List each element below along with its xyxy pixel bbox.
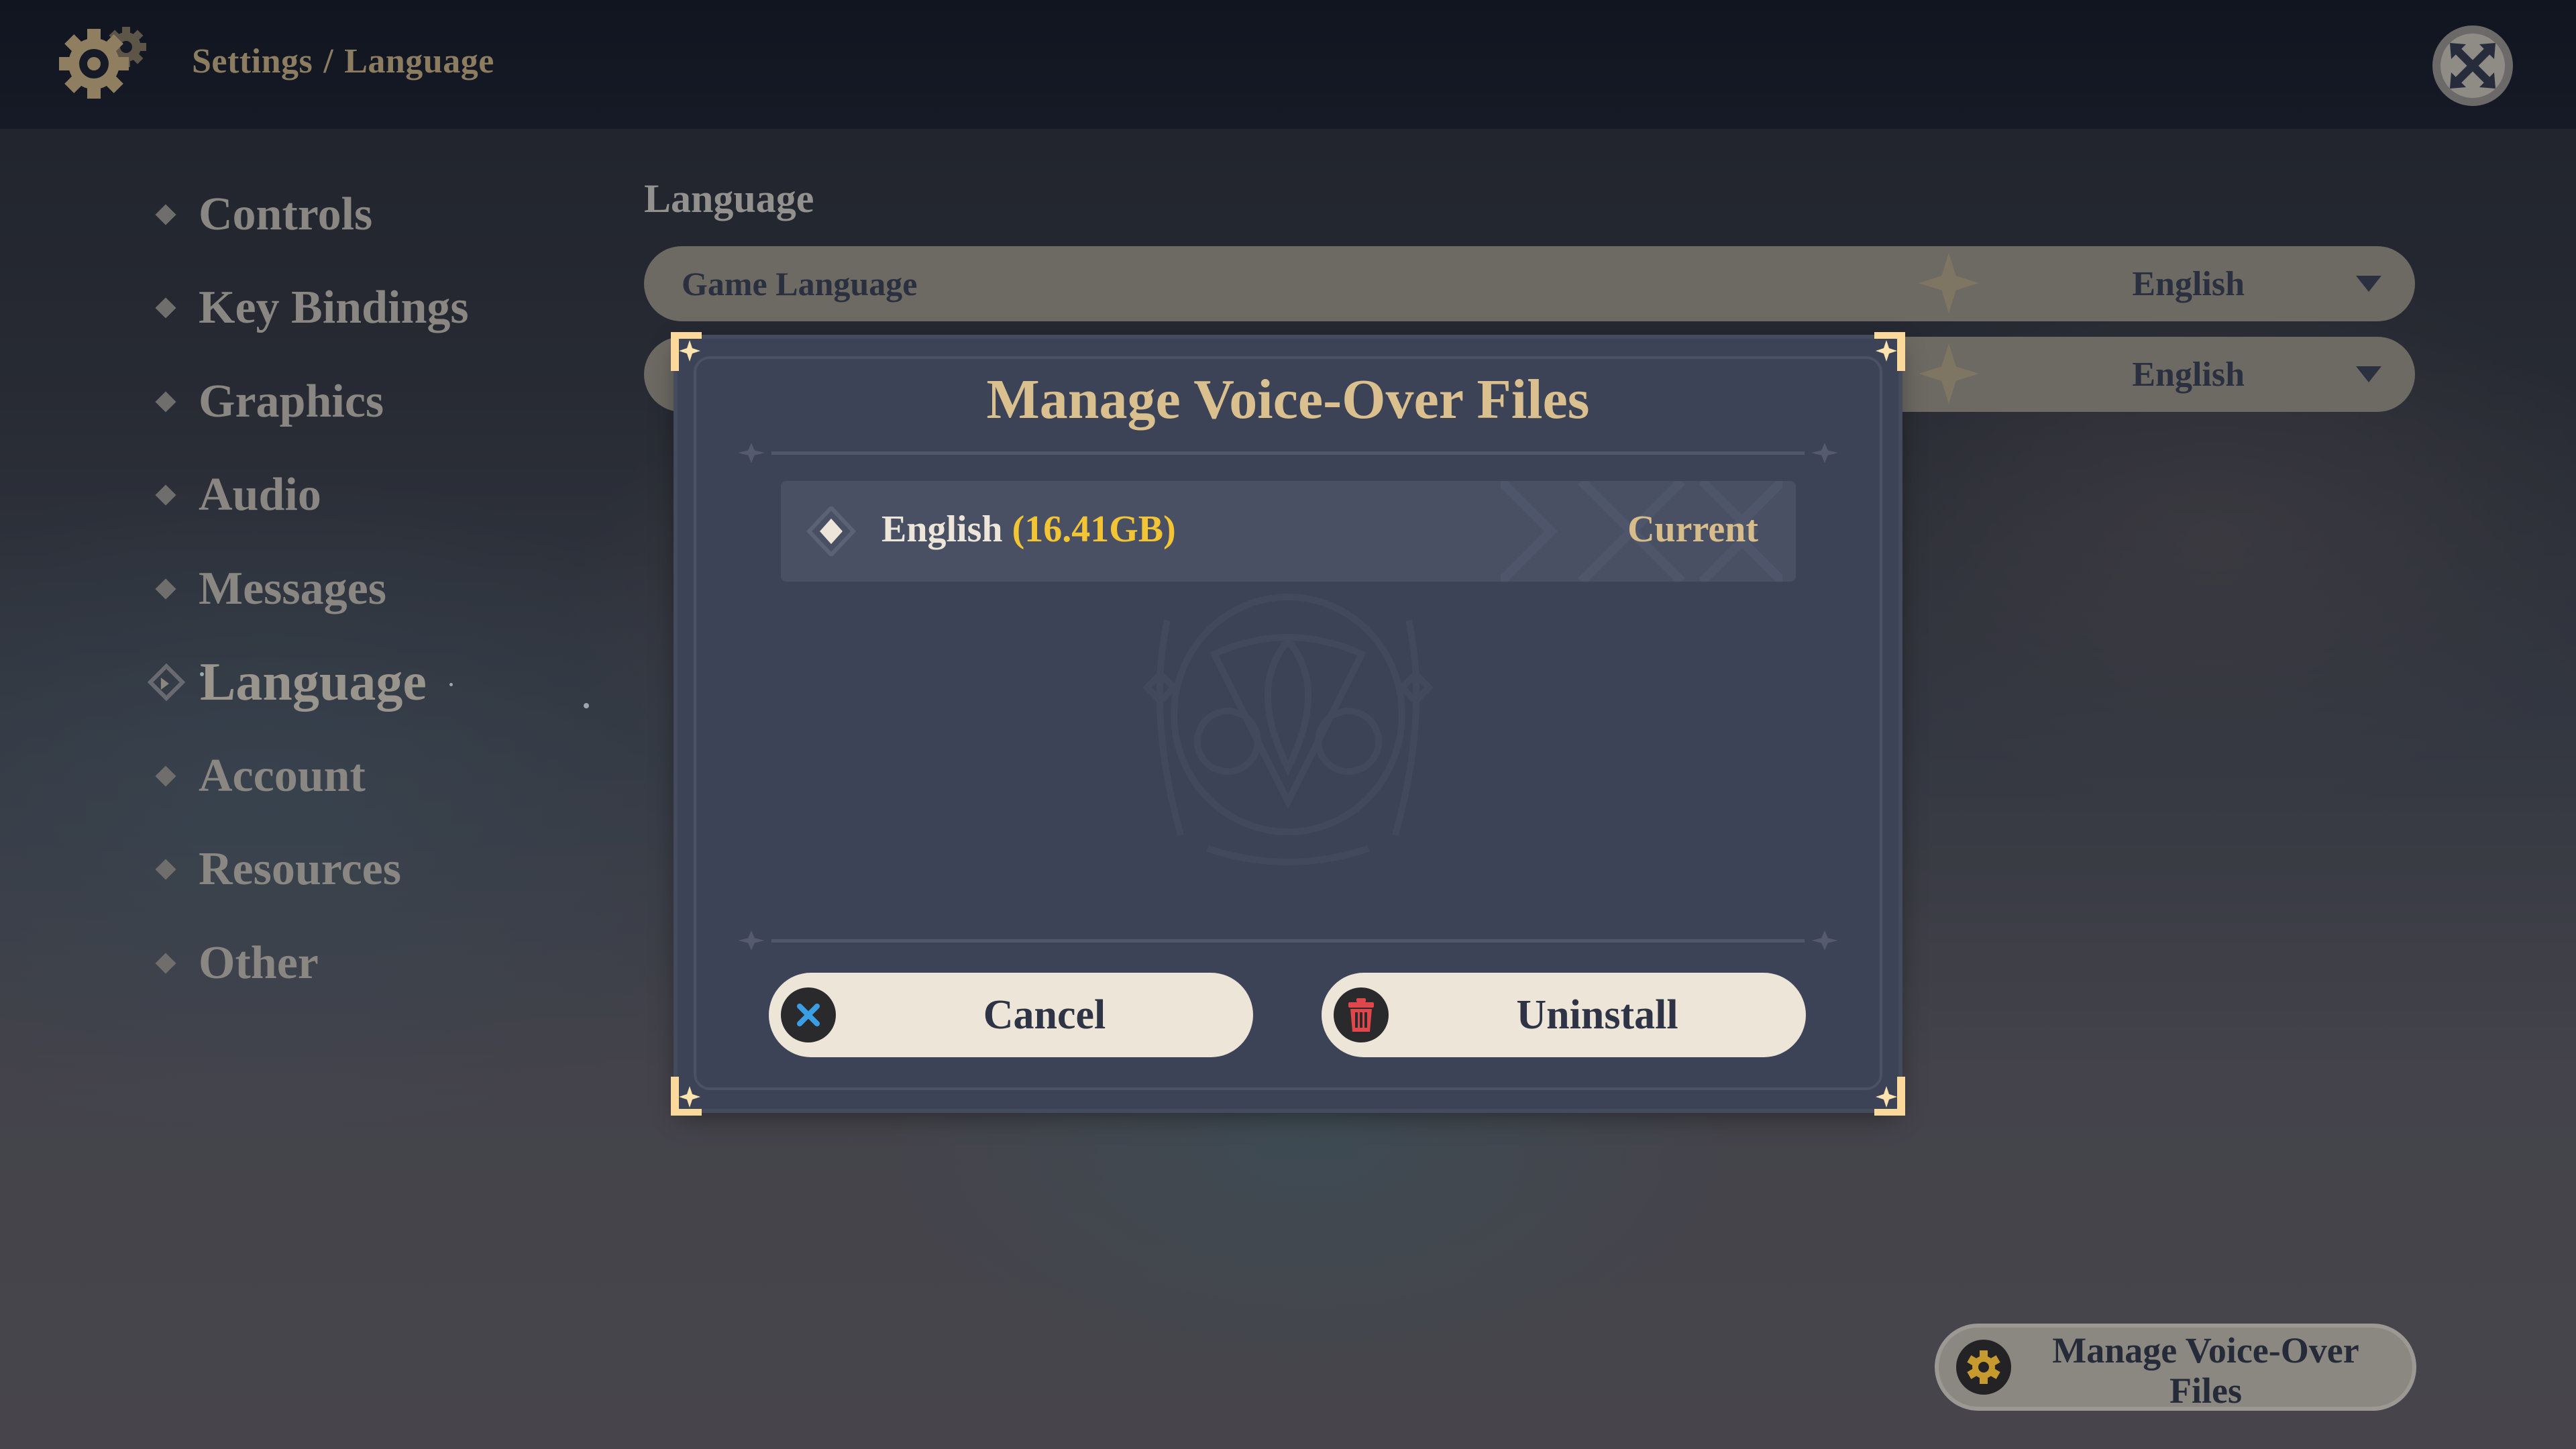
divider [738,930,1838,951]
sidebar-item-label: Graphics [199,375,384,427]
breadcrumb-language: Language [344,42,494,80]
dropdown-value: English [2132,355,2245,394]
selected-radio-icon[interactable] [806,506,856,556]
voice-pack-status: Current [1627,508,1758,550]
sidebar-item-audio[interactable]: Audio [154,449,624,543]
sidebar-item-label: Language [200,652,427,712]
sidebar-item-key-bindings[interactable]: Key Bindings [154,262,624,356]
sparkle-effect [200,672,204,676]
sidebar-item-label: Other [199,936,319,989]
star-ornament-icon [1811,443,1838,463]
breadcrumb: Settings / Language [192,42,494,81]
sidebar-item-label: Audio [199,469,321,521]
dropdown-value: English [2132,264,2245,303]
dropdown-label: Game Language [682,265,918,303]
sidebar-item-label: Resources [199,843,401,896]
breadcrumb-separator: / [323,42,334,80]
sidebar-item-label: Key Bindings [199,282,469,334]
close-icon [781,987,836,1042]
corner-ornament-icon [1874,1077,1905,1116]
sidebar-item-label: Account [199,749,366,802]
emblem-watermark-icon [1142,594,1434,865]
chevron-down-icon [2356,276,2381,292]
sidebar-item-graphics[interactable]: Graphics [154,355,624,449]
diamond-bullet-icon [155,953,176,974]
top-bar: Settings / Language [0,0,2576,129]
diamond-bullet-icon [155,859,176,880]
star-ornament-icon [738,930,765,951]
uninstall-button[interactable]: Uninstall [1322,973,1806,1057]
diamond-bullet-icon [155,765,176,787]
star-ornament-icon [1811,930,1838,951]
sidebar-item-label: Messages [199,562,386,614]
diamond-bullet-icon [155,297,176,319]
manage-button-label: Manage Voice-Over Files [2052,1330,2359,1411]
close-icon [2450,43,2496,89]
gear-icon [54,23,154,104]
sidebar-item-resources[interactable]: Resources [154,823,624,917]
star-ornament-icon [738,443,765,463]
manage-voice-over-files-button[interactable]: Manage Voice-Over Files [1935,1324,2416,1411]
divider [738,443,1838,463]
sidebar-item-controls[interactable]: Controls [154,168,624,262]
game-language-dropdown[interactable]: Game Language English [644,246,2415,321]
diamond-bullet-icon [155,391,176,413]
corner-ornament-icon [671,1077,702,1116]
voice-pack-name: English (16.41GB) [881,508,1176,550]
sidebar-item-label: Controls [199,188,373,240]
diamond-bullet-icon [155,578,176,600]
voice-pack-item-english[interactable]: English (16.41GB) Current [781,481,1796,582]
close-button[interactable] [2432,25,2513,106]
sidebar-item-messages[interactable]: Messages [154,542,624,636]
uninstall-label: Uninstall [1516,991,1678,1038]
breadcrumb-settings[interactable]: Settings [192,42,313,80]
chevron-down-icon [2356,366,2381,382]
section-title: Language [644,176,814,221]
manage-voice-over-modal: Manage Voice-Over Files English (16.41GB… [671,332,1905,1116]
voice-pack-size: (16.41GB) [1012,508,1176,550]
gear-icon [1956,1340,2011,1395]
sidebar-nav: Controls Key Bindings Graphics Audio Mes… [147,168,624,1010]
cancel-label: Cancel [983,991,1106,1038]
diamond-bullet-icon [155,484,176,506]
modal-title: Manage Voice-Over Files [986,368,1590,431]
sparkle-effect [584,702,589,708]
sparkle-effect [449,682,453,686]
cancel-button[interactable]: Cancel [769,973,1253,1057]
sidebar-item-language[interactable]: Language [147,636,624,730]
diamond-bullet-icon [155,204,176,225]
sidebar-item-account[interactable]: Account [154,729,624,823]
sidebar-item-other[interactable]: Other [154,916,624,1010]
trash-icon [1334,987,1389,1042]
